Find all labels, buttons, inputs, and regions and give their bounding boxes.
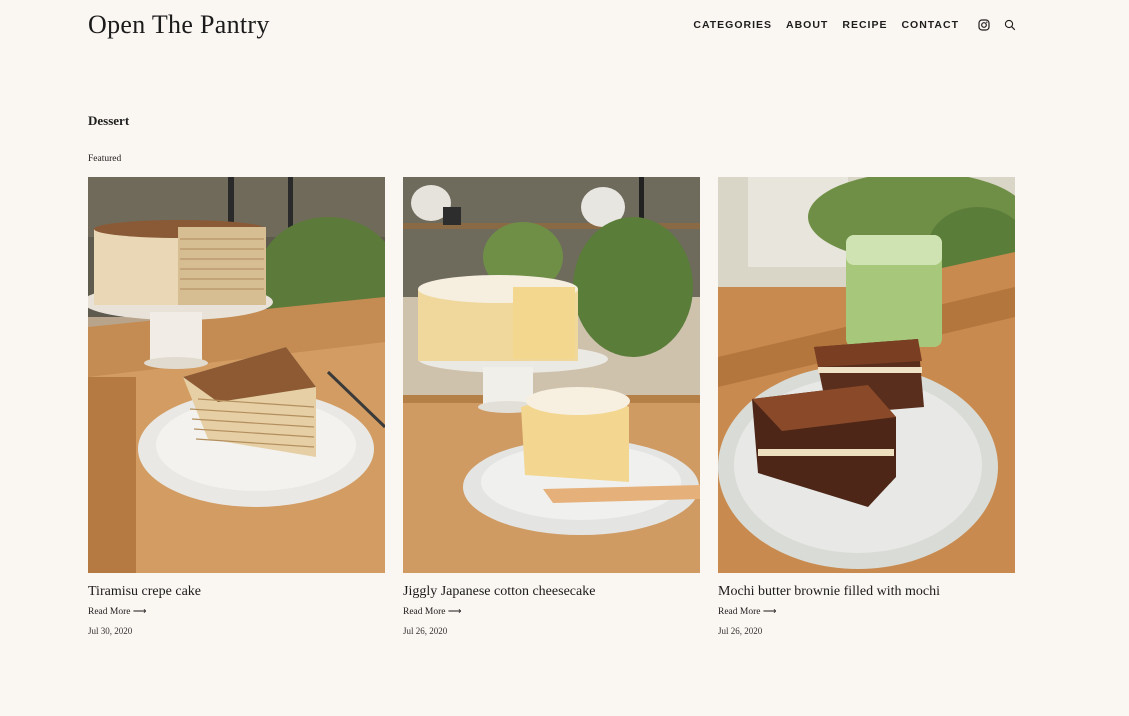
post-image-mochi-brownie[interactable] [718, 177, 1015, 573]
nav-item-about[interactable]: ABOUT [786, 19, 828, 31]
tiramisu-photo [88, 177, 385, 573]
post-image-cotton-cheesecake[interactable] [403, 177, 700, 573]
search-icon[interactable] [1003, 18, 1017, 32]
site-title[interactable]: Open The Pantry [88, 10, 270, 40]
nav-item-recipe[interactable]: RECIPE [842, 19, 887, 31]
post-date: Jul 30, 2020 [88, 626, 133, 636]
main-nav: CATEGORIES ABOUT RECIPE CONTACT [693, 17, 1017, 33]
section-label-featured: Featured [88, 154, 122, 164]
post-title[interactable]: Mochi butter brownie filled with mochi [718, 584, 1015, 600]
post-title[interactable]: Tiramisu crepe cake [88, 584, 385, 600]
post-date: Jul 26, 2020 [403, 626, 448, 636]
instagram-icon[interactable] [977, 18, 991, 32]
site-header: Open The Pantry CATEGORIES ABOUT RECIPE … [88, 0, 1017, 52]
featured-posts: Tiramisu crepe cake Read More ⟶ Jul 30, … [88, 177, 1017, 647]
read-more-link[interactable]: Read More ⟶ [88, 606, 146, 617]
post-card: Tiramisu crepe cake Read More ⟶ Jul 30, … [88, 177, 385, 636]
read-more-link[interactable]: Read More ⟶ [718, 606, 776, 617]
post-title[interactable]: Jiggly Japanese cotton cheesecake [403, 584, 700, 600]
nav-item-contact[interactable]: CONTACT [901, 19, 959, 31]
brownie-photo [718, 177, 1015, 573]
read-more-link[interactable]: Read More ⟶ [403, 606, 461, 617]
post-date: Jul 26, 2020 [718, 626, 763, 636]
post-image-tiramisu-crepe-cake[interactable] [88, 177, 385, 573]
page-title: Dessert [88, 113, 130, 128]
nav-item-categories[interactable]: CATEGORIES [693, 19, 772, 31]
cheesecake-photo [403, 177, 700, 573]
post-card: Mochi butter brownie filled with mochi R… [718, 177, 1015, 636]
post-card: Jiggly Japanese cotton cheesecake Read M… [403, 177, 700, 636]
